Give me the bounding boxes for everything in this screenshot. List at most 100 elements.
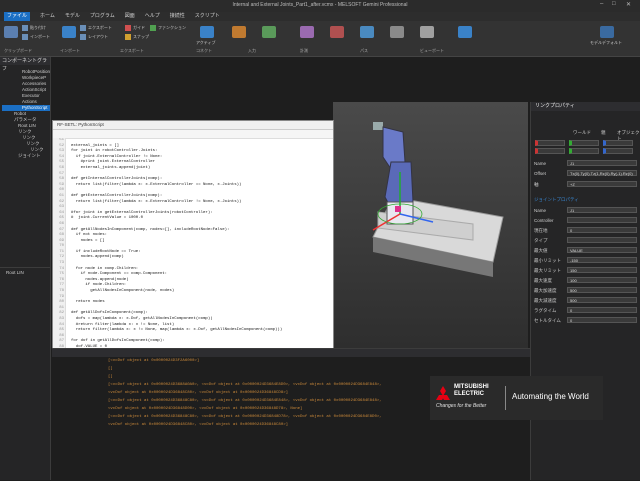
brand-banner: MITSUBISHI ELECTRIC Changes for the Bett… — [430, 376, 603, 420]
name-label: Name — [534, 161, 547, 166]
group-measure: 計測 — [300, 48, 308, 53]
brand-name-2: ELECTRIC — [454, 391, 484, 397]
selection-marker — [395, 206, 401, 212]
property-value[interactable]: 100 — [567, 277, 637, 283]
coord-option-world[interactable]: ワールド — [573, 130, 591, 136]
menu-connectivity[interactable]: 接続性 — [170, 12, 185, 21]
tree-item[interactable]: ジョイント — [2, 153, 50, 159]
paste-icon[interactable] — [4, 26, 18, 38]
brand-slogan: Changes for the Better — [436, 403, 487, 409]
menu-model[interactable]: モデル — [65, 12, 80, 21]
export-small-icon — [80, 25, 86, 31]
menu-help[interactable]: ヘルプ — [145, 12, 160, 21]
z-field[interactable] — [603, 140, 633, 146]
close-icon[interactable]: ✕ — [626, 1, 631, 8]
rx-field[interactable] — [535, 148, 565, 154]
axis-select[interactable]: +Z — [567, 181, 637, 187]
measure-icon[interactable] — [232, 26, 246, 38]
model-default-icon[interactable] — [600, 26, 614, 38]
property-value[interactable]: 0 — [567, 227, 637, 233]
group-input: 入力 — [248, 48, 256, 53]
tool-import[interactable]: インポート — [22, 34, 50, 40]
export-icon[interactable] — [62, 26, 76, 38]
tool-paste[interactable]: 貼り付け — [22, 25, 46, 31]
menu-file[interactable]: ファイル — [4, 12, 31, 21]
code-area[interactable]: 51 52 53 54 55 56 57 58 59 60 61 62 63 64 65 66 67 68 69 70… — [53, 138, 331, 352]
output-header — [52, 349, 530, 357]
property-value[interactable]: J1 — [567, 207, 637, 213]
view-icon[interactable] — [390, 26, 404, 38]
snap-icon — [125, 34, 131, 40]
menu-bar: ファイル ホーム モデル プログラム 図面 ヘルプ 接続性 スクリプト — [0, 12, 640, 21]
property-label: 現在地 — [534, 228, 548, 233]
tree-item-root[interactable]: Root LIN — [0, 270, 50, 276]
output-line: [] — [108, 367, 113, 371]
active-icon[interactable] — [200, 26, 214, 38]
function-icon — [150, 25, 156, 31]
group-export: エクスポート — [120, 48, 144, 53]
python-editor-window[interactable]: RF-SETL: PythonScript 51 52 53 54 55 56 57 58 59… — [52, 120, 334, 354]
property-label: 最大加速度 — [534, 288, 557, 293]
tool-layout[interactable]: レイアウト — [80, 34, 108, 40]
tool-guide[interactable]: ガイド — [125, 25, 145, 31]
x-field[interactable] — [535, 140, 565, 146]
name-field[interactable]: J1 — [567, 160, 637, 166]
property-label: 最大値 — [534, 248, 548, 253]
property-value[interactable]: 0 — [567, 307, 637, 313]
property-value[interactable]: 500 — [567, 297, 637, 303]
group-import: インポート — [60, 48, 80, 53]
maximize-icon[interactable]: □ — [612, 1, 616, 7]
offset-field[interactable]: Tx(0).Ty(0).Tz(1,Rz(0).Ry(-1).Rz(0) — [567, 170, 637, 176]
tool-model-default[interactable]: モデルデフォルト — [590, 40, 622, 46]
property-label: 最小リミット — [534, 258, 561, 263]
joint-properties-title: ジョイントプロパティ — [534, 197, 579, 202]
y-field[interactable] — [569, 140, 599, 146]
link-icon[interactable] — [330, 26, 344, 38]
mitsubishi-logo-icon — [436, 386, 450, 400]
path-icon[interactable] — [262, 26, 276, 38]
lower-tree: Root LIN — [0, 267, 50, 276]
code-line[interactable]: return filter(lambda x: x != None, map(l… — [71, 328, 282, 334]
component-graph-panel: コンポーネントグラフ RobotPosition WorkpieceP Acce… — [0, 57, 51, 480]
property-value[interactable]: 500 — [567, 287, 637, 293]
tool-function[interactable]: ファンクション — [150, 25, 186, 31]
menu-script[interactable]: スクリプト — [195, 12, 220, 21]
tool-active[interactable]: アクティブ — [196, 40, 216, 46]
ribbon: 貼り付け インポート エクスポート レイアウト ガイド スナップ ファンクション… — [0, 21, 640, 57]
tool-export[interactable]: エクスポート — [80, 25, 112, 31]
output-line: [<vcDof object at 0x0000024D3F2A6000>] — [108, 359, 200, 363]
property-value[interactable] — [567, 237, 637, 243]
title-bar: Internal and External Joints_Part1_after… — [0, 0, 640, 12]
coord-option-parent[interactable]: 親 — [601, 130, 606, 136]
robot-tool — [373, 122, 383, 130]
camera-icon[interactable] — [420, 26, 434, 38]
frame-icon[interactable] — [300, 26, 314, 38]
code-lines[interactable]: external_joints = [] for joint in robotCo… — [71, 138, 282, 352]
property-label: Controller — [534, 218, 554, 223]
show-icon[interactable] — [458, 26, 472, 38]
group-path: パス — [360, 48, 368, 53]
3d-viewport[interactable] — [333, 102, 528, 348]
rz-field[interactable] — [603, 148, 633, 154]
property-value[interactable]: VALUE — [567, 247, 637, 253]
output-line: <vcDof object at 0x0000024D36848C80>, <v… — [108, 423, 289, 427]
link-properties-title: リンクプロパティ — [531, 102, 640, 111]
layout-icon — [80, 34, 86, 40]
window-title: Internal and External Joints_Part1_after… — [232, 2, 408, 8]
property-value[interactable]: -150 — [567, 257, 637, 263]
brand-name-1: MITSUBISHI — [454, 384, 489, 390]
menu-home[interactable]: ホーム — [40, 12, 55, 21]
tool-snap[interactable]: スナップ — [125, 34, 149, 40]
group-viewport: ビューポート — [420, 48, 444, 53]
connect-icon[interactable] — [360, 26, 374, 38]
property-label: タイプ — [534, 238, 548, 243]
brand-tagline: Automating the World — [512, 392, 589, 401]
editor-title: RF-SETL: PythonScript — [53, 121, 333, 130]
menu-program[interactable]: プログラム — [90, 12, 115, 21]
ry-field[interactable] — [569, 148, 599, 154]
minimize-icon[interactable]: – — [600, 1, 603, 7]
property-value[interactable] — [567, 217, 637, 223]
property-value[interactable]: 0 — [567, 317, 637, 323]
menu-drawing[interactable]: 図面 — [125, 12, 135, 21]
property-value[interactable]: 150 — [567, 267, 637, 273]
